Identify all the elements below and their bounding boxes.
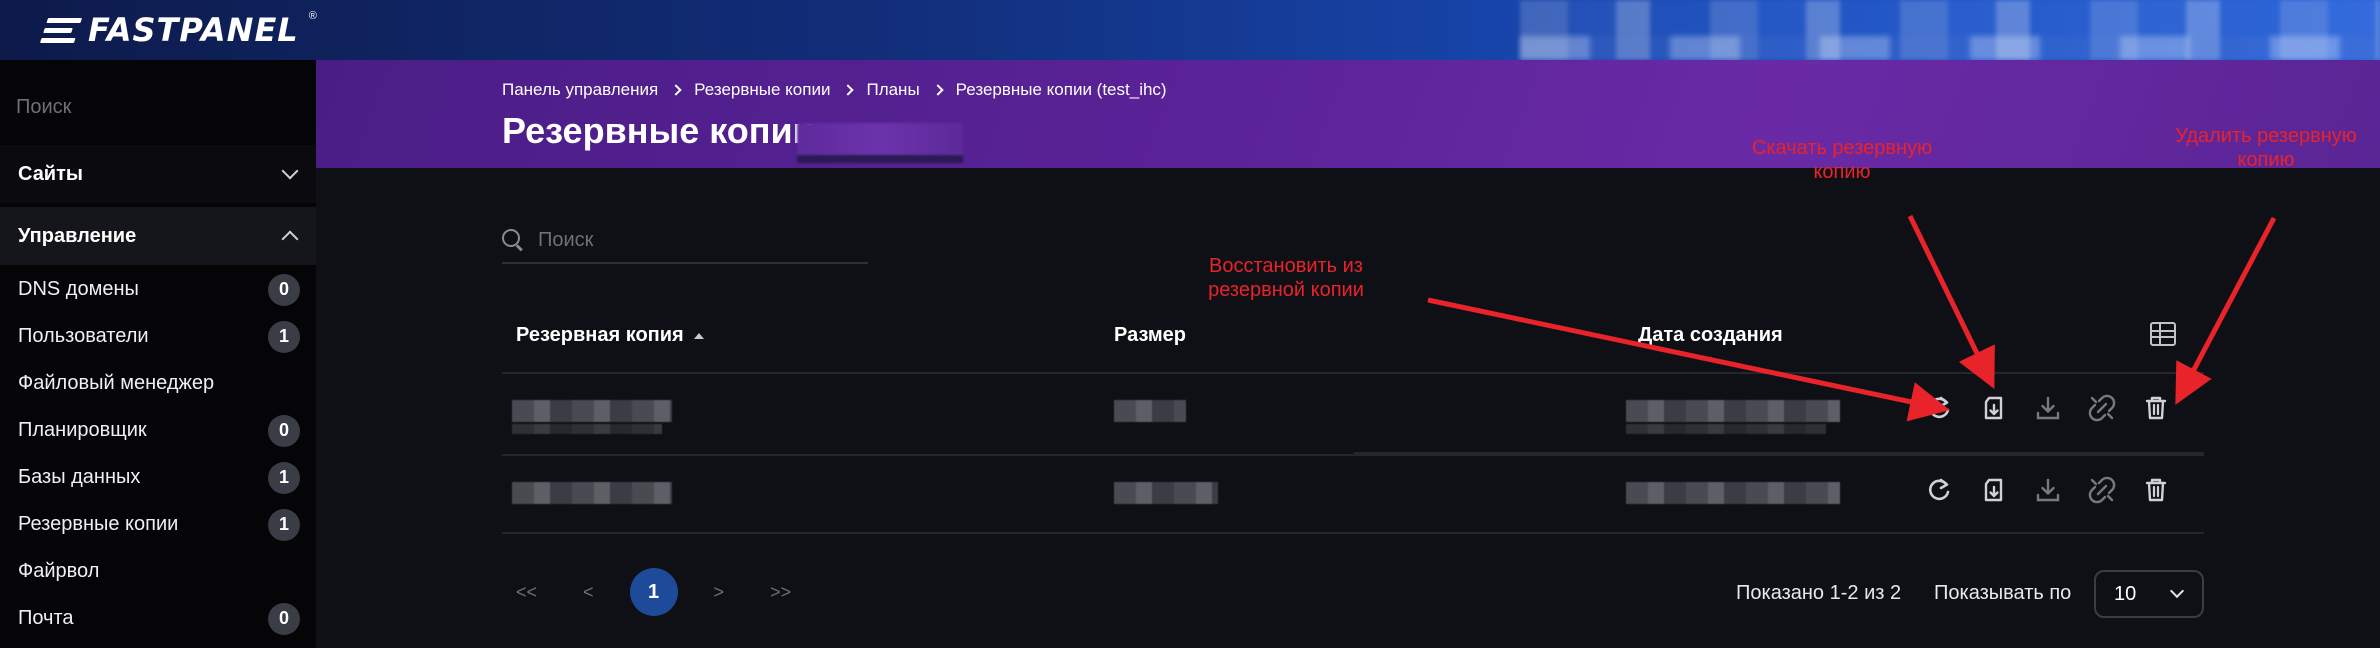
column-header-backup[interactable]: Резервная копия [516, 324, 704, 347]
sidebar-item-label: Планировщик [18, 419, 147, 441]
sidebar-group-management[interactable]: Управление [0, 207, 316, 265]
chevron-right-icon [932, 84, 944, 96]
redacted-title-suffix [797, 123, 963, 163]
column-label: Резервная копия [516, 324, 684, 346]
page-header: Панель управления Резервные копии Планы … [316, 60, 2380, 168]
row-actions [1926, 394, 2170, 422]
search-icon [502, 229, 524, 251]
columns-settings-icon[interactable] [2150, 322, 2176, 346]
per-page-value: 10 [2114, 582, 2137, 605]
redacted-date [1626, 400, 1840, 422]
count-badge: 0 [268, 602, 300, 635]
search-placeholder: Поиск [538, 228, 594, 251]
per-page-select[interactable]: 10 [2094, 570, 2204, 618]
restore-icon[interactable] [1926, 476, 1954, 504]
page-title: Резервные копии [502, 110, 815, 151]
count-badge: 0 [268, 414, 300, 447]
column-header-size[interactable]: Размер [1114, 324, 1186, 347]
download-icon[interactable] [2034, 394, 2062, 422]
download-to-server-icon[interactable] [1980, 394, 2008, 422]
page-prev[interactable]: < [583, 582, 594, 603]
annotation-download: Скачать резервную копию [1751, 137, 1933, 183]
table-row [502, 454, 2204, 534]
breadcrumb-backups[interactable]: Резервные копии [694, 80, 830, 100]
fastpanel-logo[interactable]: FASTPANEL ® [39, 6, 317, 54]
breadcrumb: Панель управления Резервные копии Планы … [502, 80, 1167, 100]
chevron-up-icon [281, 230, 299, 248]
count-badge: 1 [268, 461, 300, 494]
sidebar-search-input[interactable]: Поиск [16, 96, 71, 119]
sidebar-item-users[interactable]: Пользователи 1 [0, 313, 316, 360]
column-header-created[interactable]: Дата создания [1638, 324, 1783, 347]
top-bar: FASTPANEL ® [0, 0, 2380, 60]
restore-icon[interactable] [1926, 394, 1954, 422]
sidebar-item-dns[interactable]: DNS домены 0 [0, 266, 316, 313]
column-label: Размер [1114, 324, 1187, 346]
sort-ascending-icon [693, 332, 704, 339]
chevron-down-icon [2169, 583, 2185, 599]
sidebar-item-label: Пользователи [18, 325, 149, 347]
count-badge: 1 [268, 508, 300, 541]
redacted-user-area-lower [1520, 36, 2380, 60]
pagination-summary: Показано 1-2 из 2 [1736, 582, 1902, 604]
redacted-size [1114, 482, 1218, 504]
chevron-down-icon [281, 162, 299, 180]
chevron-right-icon [670, 84, 682, 96]
page-next[interactable]: > [714, 582, 725, 603]
sidebar-item-backups[interactable]: Резервные копии 1 [0, 501, 316, 548]
annotation-restore: Восстановить из резервной копии [1208, 255, 1364, 301]
breadcrumb-current: Резервные копии (test_ihc) [955, 80, 1167, 99]
breadcrumb-dashboard[interactable]: Панель управления [502, 80, 658, 100]
redacted-backup-name-sub [512, 424, 662, 434]
logo-text: FASTPANEL [88, 11, 299, 49]
table-header: Резервная копия Размер Дата создания [502, 316, 2204, 374]
unlink-icon[interactable] [2088, 394, 2116, 422]
logo-registered-mark: ® [308, 10, 317, 22]
sidebar-item-label: Почта [18, 607, 74, 629]
page-last[interactable]: >> [770, 582, 791, 603]
annotation-delete: Удалить резервную копию [2175, 125, 2357, 171]
download-to-server-icon[interactable] [1980, 476, 2008, 504]
table-search-input[interactable]: Поиск [502, 218, 868, 264]
count-badge: 1 [268, 320, 300, 353]
breadcrumb-plans[interactable]: Планы [866, 80, 919, 100]
sidebar-item-label: Базы данных [18, 466, 141, 488]
sidebar-group-label: Управление [18, 224, 137, 247]
sidebar-item-firewall[interactable]: Файрвол [0, 548, 316, 595]
sidebar-group-sites[interactable]: Сайты [0, 145, 316, 203]
pagination: << < 1 > >> [516, 568, 791, 616]
column-label: Дата создания [1638, 324, 1783, 346]
table-row [502, 374, 2204, 454]
sidebar: Поиск Сайты Управление DNS домены 0 Поль… [0, 60, 316, 648]
sidebar-item-databases[interactable]: Базы данных 1 [0, 454, 316, 501]
redacted-date-sub [1626, 424, 1826, 434]
count-badge: 0 [268, 273, 300, 306]
sidebar-item-mail[interactable]: Почта 0 [0, 595, 316, 642]
sidebar-item-label: Файловый менеджер [18, 372, 215, 394]
redacted-size [1114, 400, 1186, 422]
unlink-icon[interactable] [2088, 476, 2116, 504]
sidebar-item-file-manager[interactable]: Файловый менеджер [0, 360, 316, 407]
sidebar-item-label: DNS домены [18, 278, 139, 300]
page-current[interactable]: 1 [629, 568, 678, 616]
logo-mark-icon [39, 17, 83, 43]
page-first[interactable]: << [516, 582, 537, 603]
redacted-date [1626, 482, 1840, 504]
download-icon[interactable] [2034, 476, 2062, 504]
trash-icon[interactable] [2142, 394, 2170, 422]
sidebar-item-label: Резервные копии [18, 513, 179, 535]
row-actions [1926, 476, 2170, 504]
sidebar-item-label: Файрвол [18, 560, 100, 582]
trash-icon[interactable] [2142, 476, 2170, 504]
chevron-right-icon [842, 84, 855, 96]
sidebar-group-label: Сайты [18, 162, 83, 185]
redacted-backup-name [512, 482, 672, 504]
sidebar-item-scheduler[interactable]: Планировщик 0 [0, 407, 316, 454]
per-page-label: Показывать по [1934, 582, 2072, 604]
redacted-backup-name [512, 400, 672, 422]
